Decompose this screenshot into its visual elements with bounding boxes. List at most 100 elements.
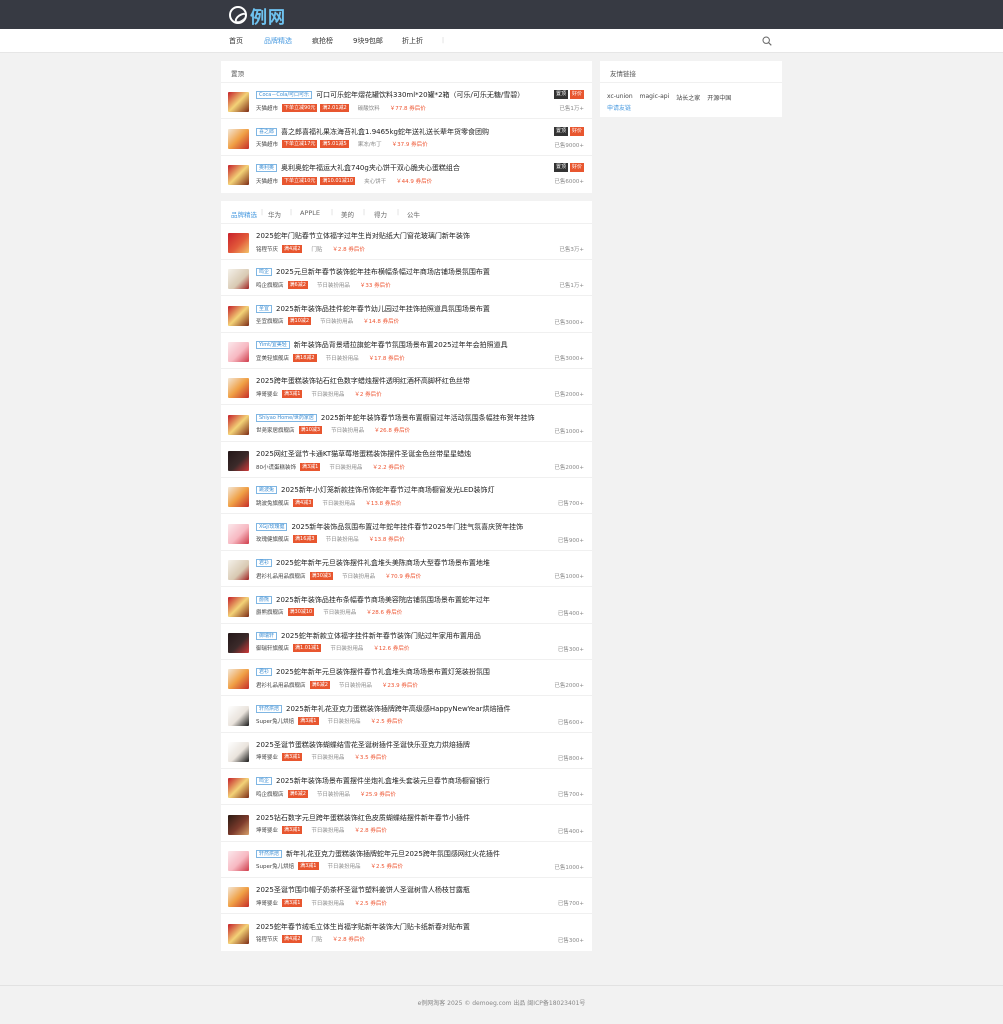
- product-title[interactable]: 2025新年装饰品挂件蛇年春节幼儿园过年挂饰拍照道具氛围场景布置: [276, 304, 490, 314]
- nav-item-brand-picks[interactable]: 品牌精选: [264, 36, 292, 46]
- brand-tag[interactable]: 御瑞轩: [256, 631, 278, 640]
- filter-huawei[interactable]: 华为: [268, 209, 281, 219]
- product-thumbnail[interactable]: [228, 523, 249, 544]
- list-item[interactable]: 轩然烘焙 2025新年礼花亚克力蛋糕装饰插牌跨年高级感HappyNewYear烘焙…: [221, 697, 592, 733]
- nav-item-hot-list[interactable]: 疯抢榜: [312, 36, 333, 46]
- brand-tag[interactable]: 轩然烘焙: [256, 704, 283, 713]
- apply-friend-link[interactable]: 申请友链: [607, 103, 631, 112]
- brand-tag[interactable]: Shiyao Home/世药家居: [256, 413, 317, 422]
- list-item[interactable]: 2025圣诞节围巾帽子奶茶杯圣诞节塑料姜饼人圣诞树雪人杨枝甘露瓶 坤哥婴业 满3减1…: [221, 878, 592, 915]
- shop-name[interactable]: 天猫超市: [256, 177, 278, 185]
- brand-tag[interactable]: Yimt/宜美轻: [256, 341, 290, 350]
- list-item[interactable]: 跳波兔 2025新年小灯笼新款挂饰吊饰蛇年春节过年商场橱窗发光LED装饰灯 跳波兔旗…: [221, 478, 592, 515]
- filter-brand-picks[interactable]: 品牌精选: [231, 209, 257, 219]
- brand-tag[interactable]: 喜之郎: [256, 127, 278, 136]
- product-title[interactable]: 2025新年装饰品氛围布置过年蛇年挂件春节2025年门挂气氛喜庆贺年挂饰: [291, 522, 523, 532]
- product-thumbnail[interactable]: [228, 128, 249, 149]
- product-title[interactable]: 2025跨年蛋糕装饰钻石红色数字蜡烛摆件透明红酒杯高脚杯红色丝带: [256, 376, 470, 386]
- product-title[interactable]: 2025蛇年新年元旦装饰摆件礼盒堆头美陈商场大型春节场景布置地堆: [276, 558, 490, 568]
- list-item[interactable]: 2025钻石数字元旦跨年蛋糕装饰红色皮质蝴蝶结摆件新年春节小插件 坤哥婴业 满3减1…: [221, 806, 592, 842]
- product-thumbnail[interactable]: [228, 669, 249, 690]
- product-thumbnail[interactable]: [228, 451, 249, 472]
- product-title[interactable]: 2025新年装饰品挂布条幅春节商场美容院店铺氛围场景布置蛇年过年: [276, 595, 490, 605]
- shop-name[interactable]: 坤哥婴业: [256, 826, 278, 834]
- shop-name[interactable]: 跳波兔旗舰店: [256, 499, 289, 507]
- product-title[interactable]: 2025新年装饰场景布置摆件坐炮礼盒堆头套装元旦春节商场橱窗银行: [276, 776, 490, 786]
- shop-name[interactable]: 爵熊旗舰店: [256, 608, 284, 616]
- product-title[interactable]: 可口可乐蛇年熠花罐饮料330ml*20罐*2箱（可乐/可乐无糖/雪碧）: [316, 90, 524, 100]
- list-item[interactable]: 2025蛇年春节绒毛立体生肖福字贴新年装饰大门贴卡纸新春对贴布置 铭程节庆 满4减2…: [221, 915, 592, 951]
- list-item[interactable]: XGJ/玫瑰健 2025新年装饰品氛围布置过年蛇年挂件春节2025年门挂气氛喜庆贺…: [221, 515, 592, 551]
- shop-name[interactable]: 玫瑰健旗舰店: [256, 535, 289, 543]
- shop-name[interactable]: 铭程节庆: [256, 245, 278, 253]
- shop-name[interactable]: Super兔儿烘焙: [256, 717, 294, 725]
- nav-item-home[interactable]: 首页: [229, 36, 243, 46]
- list-item[interactable]: 2025跨年蛋糕装饰钻石红色数字蜡烛摆件透明红酒杯高脚杯红色丝带 坤哥婴业 满3减1…: [221, 369, 592, 406]
- product-title[interactable]: 新年装饰品背景墙拉旗蛇年春节氛围场景布置2025过年年会拍照道具: [294, 340, 508, 350]
- product-thumbnail[interactable]: [228, 342, 249, 363]
- shop-name[interactable]: 铭程节庆: [256, 935, 278, 943]
- product-thumbnail[interactable]: [228, 560, 249, 581]
- filter-apple[interactable]: APPLE: [300, 209, 320, 217]
- brand-tag[interactable]: Coca－Cola/可口可乐: [256, 91, 313, 99]
- list-item[interactable]: 鸣企 2025新年装饰场景布置摆件坐炮礼盒堆头套装元旦春节商场橱窗银行 鸣企旗舰店满…: [221, 769, 592, 806]
- product-thumbnail[interactable]: [228, 741, 249, 762]
- search-icon[interactable]: [762, 36, 772, 46]
- shop-name[interactable]: 鸣企旗舰店: [256, 790, 284, 798]
- shop-name[interactable]: 鸣企旗舰店: [256, 281, 284, 289]
- product-title[interactable]: 2025蛇年新年元旦装饰摆件春节礼盒堆头商场场景布置灯笼装扮氛围: [276, 667, 490, 677]
- list-item[interactable]: 2025圣诞节蛋糕装饰蝴蝶结雪花圣诞树插件圣诞快乐亚克力烘焙插牌 坤哥婴业 满3减1…: [221, 733, 592, 769]
- product-thumbnail[interactable]: [228, 596, 249, 617]
- friend-link[interactable]: 站长之家: [676, 93, 700, 102]
- brand-tag[interactable]: 君衫: [256, 559, 273, 568]
- filter-midea[interactable]: 美的: [341, 209, 354, 219]
- product-title[interactable]: 2025蛇年门贴春节立体福字过年生肖对贴纸大门窗花玻璃门新年装饰: [256, 231, 470, 241]
- nav-item-9-9[interactable]: 9块9包邮: [353, 36, 383, 46]
- friend-link[interactable]: 开源中国: [707, 93, 731, 102]
- brand-tag[interactable]: 爵熊: [256, 595, 273, 604]
- list-item[interactable]: 圣宜 2025新年装饰品挂件蛇年春节幼儿园过年挂饰拍照道具氛围场景布置 圣宜旗舰店满…: [221, 297, 592, 333]
- list-item[interactable]: 2025蛇年门贴春节立体福字过年生肖对贴纸大门窗花玻璃门新年装饰 铭程节庆 满4减2…: [221, 224, 592, 260]
- shop-name[interactable]: 80小谎蛋糕装饰: [256, 463, 296, 471]
- product-title[interactable]: 2025圣诞节围巾帽子奶茶杯圣诞节塑料姜饼人圣诞树雪人杨枝甘露瓶: [256, 885, 470, 895]
- friend-link[interactable]: magic-api: [640, 93, 670, 102]
- brand-tag[interactable]: 圣宜: [256, 304, 273, 313]
- filter-bull[interactable]: 公牛: [407, 209, 420, 219]
- nav-item-discount[interactable]: 折上折: [402, 36, 423, 46]
- product-thumbnail[interactable]: [228, 165, 249, 185]
- pinned-item[interactable]: 奥利奥 奥利奥蛇年福运大礼盒740g夹心饼干双心脆夹心蛋糕组合 置顶 好价 天猫超市 下单…: [221, 156, 592, 192]
- friend-link[interactable]: xc-union: [607, 93, 633, 102]
- brand-tag[interactable]: 鸣企: [256, 268, 273, 277]
- product-title[interactable]: 2025网红圣诞节卡通KT猫草莓塔蛋糕装饰摆件圣诞金色丝带星星蜡烛: [256, 449, 471, 459]
- list-item[interactable]: 轩然烘焙 新年礼花亚克力蛋糕装饰插牌蛇年元旦2025跨年氛围感网红火花插件 Supe…: [221, 842, 592, 878]
- product-thumbnail[interactable]: [228, 378, 249, 399]
- shop-name[interactable]: 坤哥婴业: [256, 753, 278, 761]
- product-thumbnail[interactable]: [228, 233, 249, 253]
- product-thumbnail[interactable]: [228, 705, 249, 726]
- product-thumbnail[interactable]: [228, 923, 249, 944]
- shop-name[interactable]: 坤哥婴业: [256, 899, 278, 907]
- list-item[interactable]: 2025网红圣诞节卡通KT猫草莓塔蛋糕装饰摆件圣诞金色丝带星星蜡烛 80小谎蛋糕装…: [221, 442, 592, 479]
- brand-tag[interactable]: 奥利奥: [256, 164, 278, 172]
- shop-name[interactable]: 圣宜旗舰店: [256, 317, 284, 325]
- product-title[interactable]: 喜之郎喜福礼果冻海苔礼盒1.9465kg蛇年送礼送长辈年货零食团购: [281, 127, 489, 137]
- shop-name[interactable]: 天猫超市: [256, 104, 278, 112]
- list-item[interactable]: Yimt/宜美轻 新年装饰品背景墙拉旗蛇年春节氛围场景布置2025过年年会拍照道具…: [221, 333, 592, 370]
- product-title[interactable]: 2025圣诞节蛋糕装饰蝴蝶结雪花圣诞树插件圣诞快乐亚克力烘焙插牌: [256, 740, 470, 750]
- shop-name[interactable]: 坤哥婴业: [256, 390, 278, 398]
- product-title[interactable]: 2025蛇年春节绒毛立体生肖福字贴新年装饰大门贴卡纸新春对贴布置: [256, 922, 470, 932]
- product-title[interactable]: 奥利奥蛇年福运大礼盒740g夹心饼干双心脆夹心蛋糕组合: [281, 163, 460, 173]
- list-item[interactable]: 御瑞轩 2025蛇年新款立体福字挂件新年春节装饰门贴过年家用布置用品 御瑞轩旗舰店满…: [221, 624, 592, 660]
- product-thumbnail[interactable]: [228, 632, 249, 653]
- product-title[interactable]: 2025钻石数字元旦跨年蛋糕装饰红色皮质蝴蝶结摆件新年春节小插件: [256, 813, 470, 823]
- list-item[interactable]: 爵熊 2025新年装饰品挂布条幅春节商场美容院店铺氛围场景布置蛇年过年 爵熊旗舰店满…: [221, 588, 592, 624]
- product-thumbnail[interactable]: [228, 414, 249, 435]
- shop-name[interactable]: 君衫礼品用品旗舰店: [256, 572, 306, 580]
- product-thumbnail[interactable]: [228, 814, 249, 835]
- product-thumbnail[interactable]: [228, 487, 249, 508]
- product-title[interactable]: 2025元旦新年春节装饰蛇年挂布横幅条幅过年商场店铺场景氛围布置: [276, 267, 490, 277]
- shop-name[interactable]: 宜美轻旗舰店: [256, 354, 289, 362]
- shop-name[interactable]: Super兔儿烘焙: [256, 862, 294, 870]
- brand-tag[interactable]: XGJ/玫瑰健: [256, 522, 288, 531]
- product-title[interactable]: 2025新年小灯笼新款挂饰吊饰蛇年春节过年商场橱窗发光LED装饰灯: [281, 485, 495, 495]
